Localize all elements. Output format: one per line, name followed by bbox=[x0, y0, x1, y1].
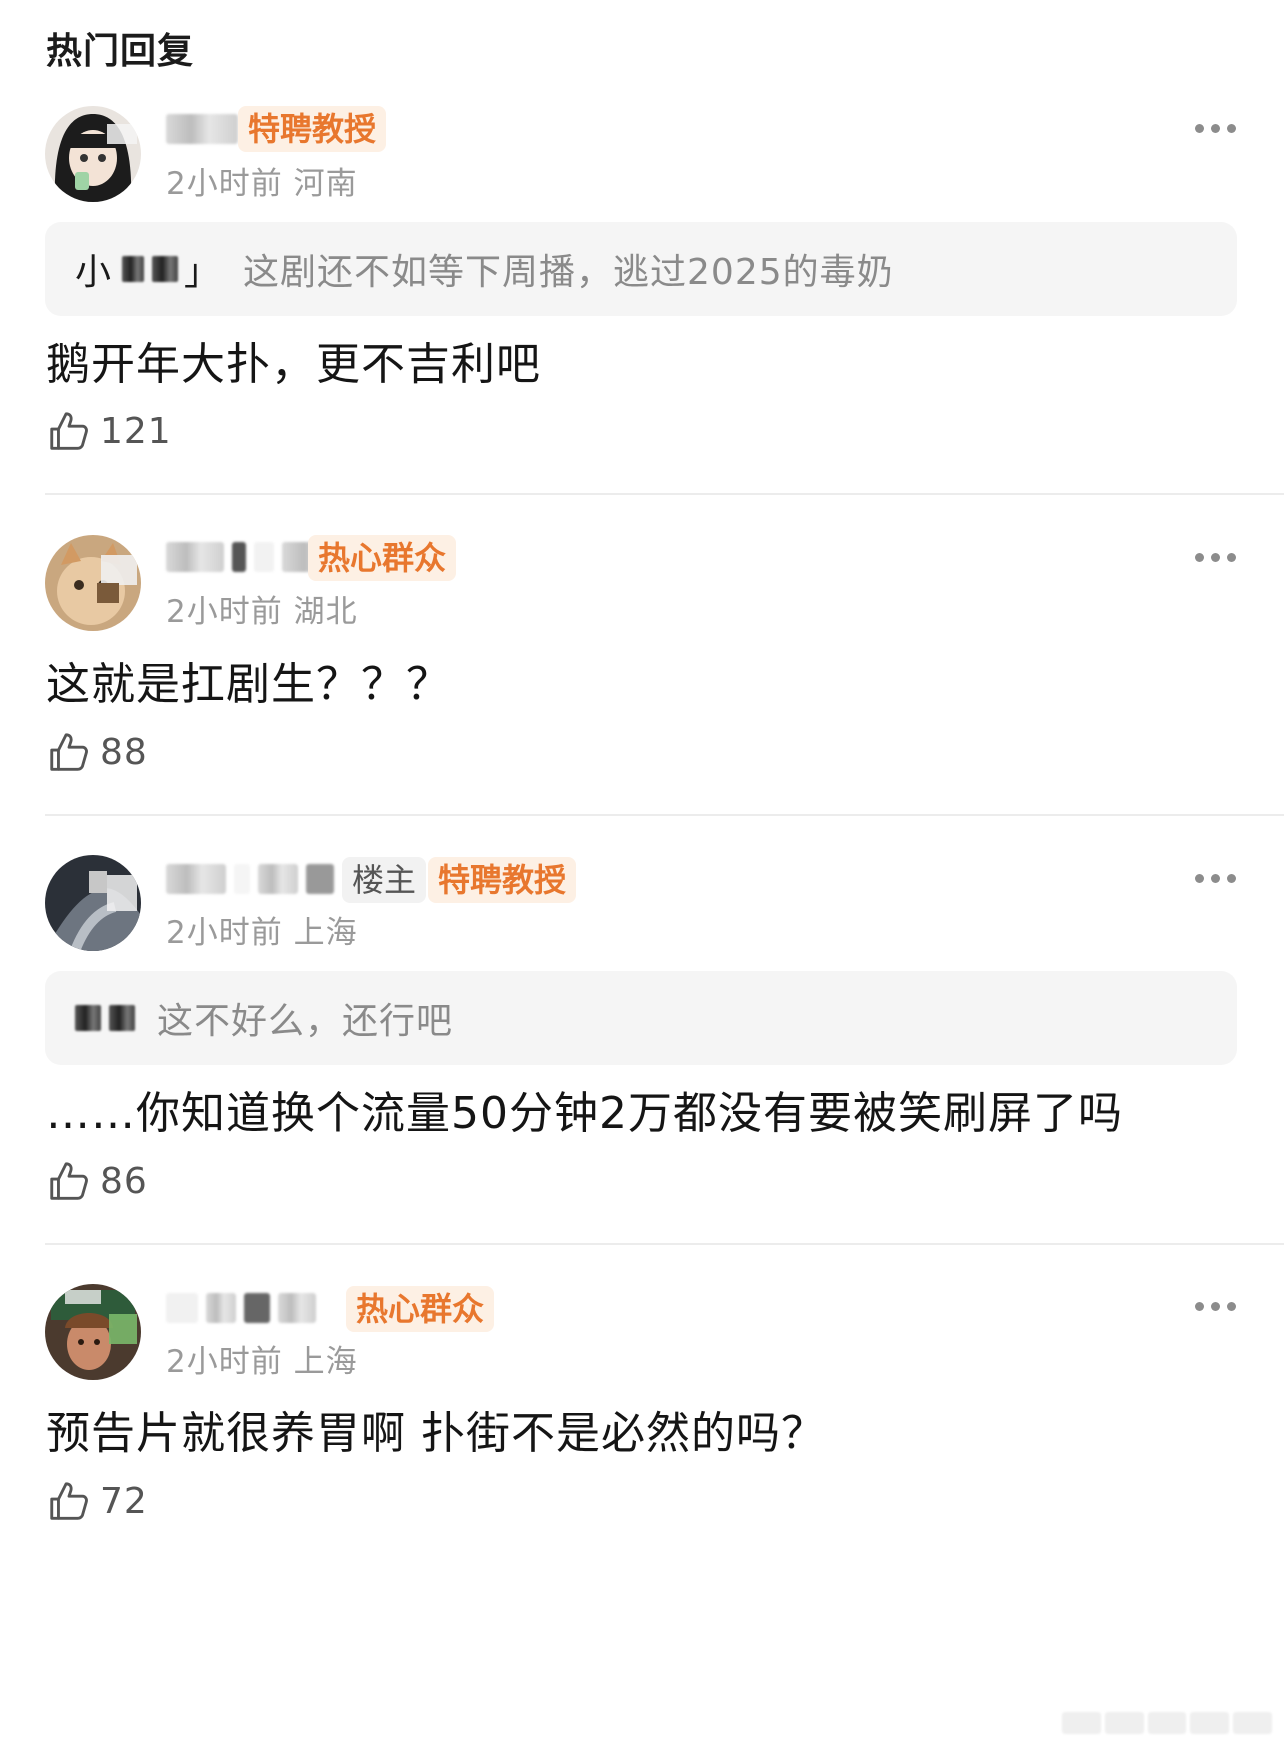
username[interactable] bbox=[166, 857, 334, 901]
thumbs-up-icon bbox=[50, 1482, 88, 1520]
timestamp-location: 2小时前 河南 bbox=[166, 166, 358, 202]
thumbs-up-icon bbox=[50, 1162, 88, 1200]
like-count: 72 bbox=[100, 1480, 148, 1522]
thumbs-up-icon bbox=[50, 412, 88, 450]
watermark bbox=[1062, 1709, 1272, 1737]
quoted-text: 这不好么，还行吧 bbox=[157, 1001, 454, 1042]
more-dot-icon bbox=[1195, 124, 1204, 133]
avatar[interactable] bbox=[45, 855, 141, 951]
comment-body: 这就是扛剧生？？？ bbox=[46, 659, 451, 710]
divider bbox=[45, 814, 1284, 816]
more-dot-icon bbox=[1195, 1302, 1204, 1311]
user-badge: 特聘教授 bbox=[428, 857, 577, 903]
username[interactable] bbox=[166, 1286, 316, 1330]
user-badge: 热心群众 bbox=[308, 535, 457, 581]
more-options-button[interactable] bbox=[1195, 553, 1236, 562]
quoted-username[interactable]: 小 」 bbox=[75, 243, 221, 295]
avatar[interactable] bbox=[45, 106, 141, 202]
more-options-button[interactable] bbox=[1195, 124, 1236, 133]
divider bbox=[45, 1243, 1284, 1245]
quoted-username[interactable] bbox=[75, 1005, 135, 1031]
more-dot-icon bbox=[1211, 1302, 1220, 1311]
more-dot-icon bbox=[1211, 124, 1220, 133]
more-dot-icon bbox=[1227, 553, 1236, 562]
avatar[interactable] bbox=[45, 535, 141, 631]
comment-body: ……你知道换个流量50分钟2万都没有要被笑刷屏了吗 bbox=[46, 1088, 1123, 1139]
user-badge: 热心群众 bbox=[346, 1286, 495, 1332]
more-dot-icon bbox=[1195, 874, 1204, 883]
more-dot-icon bbox=[1227, 1302, 1236, 1311]
more-options-button[interactable] bbox=[1195, 1302, 1236, 1311]
quoted-reply[interactable]: 这不好么，还行吧 bbox=[45, 971, 1237, 1065]
timestamp-location: 2小时前 上海 bbox=[166, 915, 358, 951]
thumbs-up-icon bbox=[50, 733, 88, 771]
more-dot-icon bbox=[1227, 874, 1236, 883]
like-button[interactable]: 121 bbox=[46, 408, 172, 454]
user-badge: 特聘教授 bbox=[238, 106, 387, 152]
section-title: 热门回复 bbox=[46, 31, 195, 72]
divider bbox=[45, 493, 1284, 495]
like-button[interactable]: 86 bbox=[46, 1158, 148, 1204]
like-count: 121 bbox=[100, 410, 172, 452]
quoted-reply[interactable]: 小 」 这剧还不如等下周播，逃过2025的毒奶 bbox=[45, 222, 1237, 316]
like-button[interactable]: 72 bbox=[46, 1478, 148, 1524]
more-dot-icon bbox=[1211, 874, 1220, 883]
like-button[interactable]: 88 bbox=[46, 729, 148, 775]
like-count: 86 bbox=[100, 1160, 148, 1202]
more-dot-icon bbox=[1211, 553, 1220, 562]
more-options-button[interactable] bbox=[1195, 874, 1236, 883]
timestamp-location: 2小时前 上海 bbox=[166, 1344, 358, 1380]
avatar[interactable] bbox=[45, 1284, 141, 1380]
quoted-text: 这剧还不如等下周播，逃过2025的毒奶 bbox=[243, 252, 894, 293]
op-badge: 楼主 bbox=[342, 857, 427, 903]
comment-body: 预告片就很养胃啊 扑街不是必然的吗？ bbox=[46, 1408, 826, 1459]
more-dot-icon bbox=[1227, 124, 1236, 133]
more-dot-icon bbox=[1195, 553, 1204, 562]
like-count: 88 bbox=[100, 731, 148, 773]
comment-body: 鹅开年大扑，更不吉利吧 bbox=[46, 339, 541, 390]
timestamp-location: 2小时前 湖北 bbox=[166, 594, 358, 630]
